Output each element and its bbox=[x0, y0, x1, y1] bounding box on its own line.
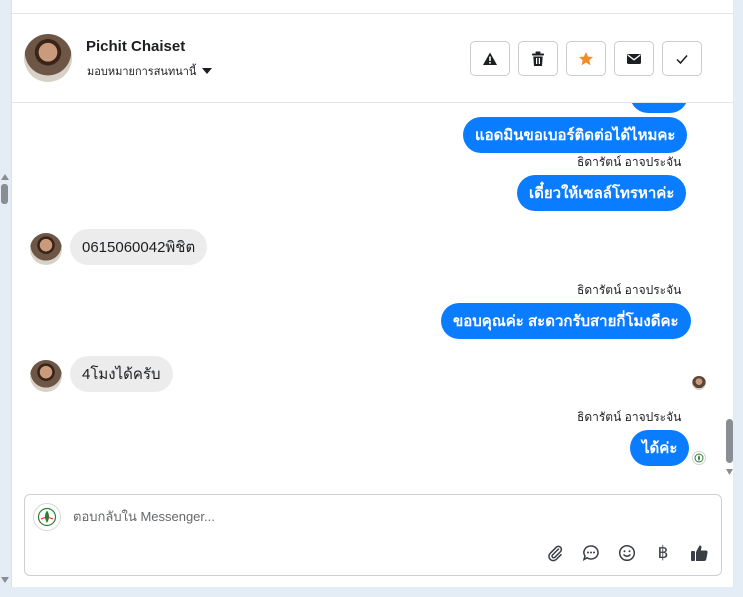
mark-done-button[interactable] bbox=[662, 41, 702, 76]
reply-input[interactable] bbox=[73, 509, 673, 524]
warning-icon bbox=[483, 52, 497, 65]
message-text: ขอบคุณค่ะ สะดวกรับสายกี่โมงดีคะ bbox=[453, 313, 679, 330]
assign-conversation-dropdown[interactable]: มอบหมายการสนทนานี้ bbox=[87, 62, 213, 80]
message-thread[interactable]: แอดมินขอเบอร์ติดต่อได้ไหมคะ ธิดารัตน์ อา… bbox=[12, 103, 734, 483]
sender-name: ธิดารัตน์ อาจประจัน bbox=[577, 410, 682, 424]
envelope-icon bbox=[627, 53, 641, 64]
trash-icon bbox=[532, 51, 544, 66]
message-bubble-outgoing[interactable]: ขอบคุณค่ะ สะดวกรับสายกี่โมงดีคะ bbox=[441, 303, 691, 339]
message-bubble-outgoing[interactable] bbox=[630, 103, 688, 113]
caret-down-icon bbox=[202, 68, 213, 74]
sender-name: ธิดารัตน์ อาจประจัน bbox=[577, 155, 682, 169]
outer-scrollbar-track bbox=[1, 174, 9, 583]
message-text: ได้ค่ะ bbox=[642, 440, 678, 457]
leaf-logo-icon bbox=[694, 453, 704, 463]
thread-scrollbar[interactable] bbox=[725, 103, 734, 483]
message-text: เดี๋ยวให้เซลล์โทรหาค่ะ bbox=[529, 185, 675, 202]
contact-name[interactable]: Pichit Chaiset bbox=[86, 38, 185, 55]
thumbs-up-icon bbox=[690, 545, 708, 561]
follow-up-button[interactable] bbox=[566, 41, 606, 76]
contact-avatar-small bbox=[30, 360, 62, 392]
assign-label: มอบหมายการสนทนานี้ bbox=[87, 66, 197, 78]
attach-button[interactable] bbox=[544, 542, 566, 564]
smiley-icon bbox=[618, 544, 636, 562]
baht-icon: ฿ bbox=[657, 543, 669, 562]
thread-scrollbar-track bbox=[726, 419, 733, 475]
leaf-logo-icon bbox=[37, 507, 57, 527]
mark-unread-button[interactable] bbox=[614, 41, 654, 76]
outer-scrollbar[interactable] bbox=[0, 0, 11, 597]
conversation-panel: Pichit Chaiset มอบหมายการสนทนานี้ แอดมิน… bbox=[11, 0, 734, 587]
payment-button[interactable]: ฿ bbox=[652, 542, 674, 564]
message-bubble-outgoing[interactable]: แอดมินขอเบอร์ติดต่อได้ไหมคะ bbox=[463, 117, 688, 153]
star-icon bbox=[579, 51, 593, 65]
message-bubble-incoming[interactable]: 4โมงได้ครับ bbox=[70, 356, 173, 392]
message-bubble-outgoing[interactable]: ได้ค่ะ bbox=[630, 430, 690, 466]
chat-bubble-icon bbox=[582, 545, 599, 562]
page-logo-seen-icon bbox=[692, 451, 706, 465]
saved-replies-button[interactable] bbox=[580, 542, 602, 564]
delete-button[interactable] bbox=[518, 41, 558, 76]
message-bubble-outgoing[interactable]: เดี๋ยวให้เซลล์โทรหาค่ะ bbox=[517, 175, 687, 211]
message-text: แอดมินขอเบอร์ติดต่อได้ไหมคะ bbox=[475, 127, 676, 144]
reply-composer: ฿ bbox=[24, 494, 722, 576]
paperclip-icon bbox=[548, 545, 563, 562]
seen-avatar-icon bbox=[692, 376, 706, 390]
message-bubble-incoming[interactable]: 0615060042พิชิต bbox=[70, 229, 208, 265]
message-text: 4โมงได้ครับ bbox=[82, 366, 161, 383]
spam-button[interactable] bbox=[470, 41, 510, 76]
checkmark-icon bbox=[676, 54, 688, 64]
conversation-header: Pichit Chaiset มอบหมายการสนทนานี้ bbox=[12, 14, 734, 103]
message-text: 0615060042พิชิต bbox=[82, 239, 196, 256]
page-logo-avatar bbox=[33, 503, 61, 531]
contact-avatar-small bbox=[30, 233, 62, 265]
emoji-button[interactable] bbox=[616, 542, 638, 564]
contact-avatar[interactable] bbox=[24, 34, 72, 82]
sender-name: ธิดารัตน์ อาจประจัน bbox=[577, 283, 682, 297]
like-button[interactable] bbox=[688, 542, 710, 564]
